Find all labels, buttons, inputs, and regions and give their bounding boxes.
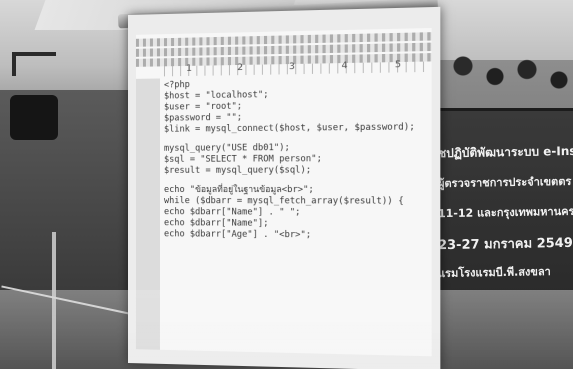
wall-bracket	[12, 52, 56, 56]
banner-line-1: ชปฏิบัติพัฒนาระบบ e-Insp	[438, 142, 573, 164]
projector-screen: 1 2 3 4 5 <?php $host = "localhost"; $user…	[128, 7, 440, 369]
ruler-number: 1	[186, 64, 192, 74]
ruler-number: 3	[289, 62, 295, 72]
code-line	[164, 176, 425, 185]
banner-line-5: แรมโรงแรมบี.พี.สงขลา	[438, 262, 551, 282]
speaker-box	[10, 95, 58, 140]
code-line: echo $dbarr["Age"] . "<br>";	[164, 229, 425, 242]
ruler-number: 4	[341, 61, 347, 71]
event-banner: ชปฏิบัติพัฒนาระบบ e-Insp ผู้ตรวจราชการปร…	[428, 108, 573, 293]
code-line: echo "ข้อมูลที่อยู่ในฐานข้อมูล<br>";	[164, 185, 425, 196]
wall-bracket-post	[12, 52, 16, 76]
microphone-stand	[52, 232, 56, 369]
code-line: while ($dbarr = mysql_fetch_array($resul…	[164, 196, 425, 208]
ruler-number: 2	[237, 63, 243, 73]
conference-room-photo: ชปฏิบัติพัฒนาระบบ e-Insp ผู้ตรวจราชการปร…	[0, 0, 573, 369]
banner-line-4: 23-27 มกราคม 2549	[438, 232, 573, 255]
editor-sidebar	[136, 78, 160, 349]
ruler-number: 5	[395, 60, 401, 71]
banner-line-2: ผู้ตรวจราชการประจำเขตตร	[438, 172, 572, 192]
code-area: <?php $host = "localhost"; $user = "root";…	[164, 76, 425, 356]
banner-line-3: 11-12 และกรุงเทพมหานคร	[438, 202, 573, 222]
projected-editor-window: 1 2 3 4 5 <?php $host = "localhost"; $user…	[136, 28, 432, 356]
code-line: $result = mysql_query($sql);	[164, 165, 425, 177]
code-line: $sql = "SELECT * FROM person";	[164, 153, 425, 165]
